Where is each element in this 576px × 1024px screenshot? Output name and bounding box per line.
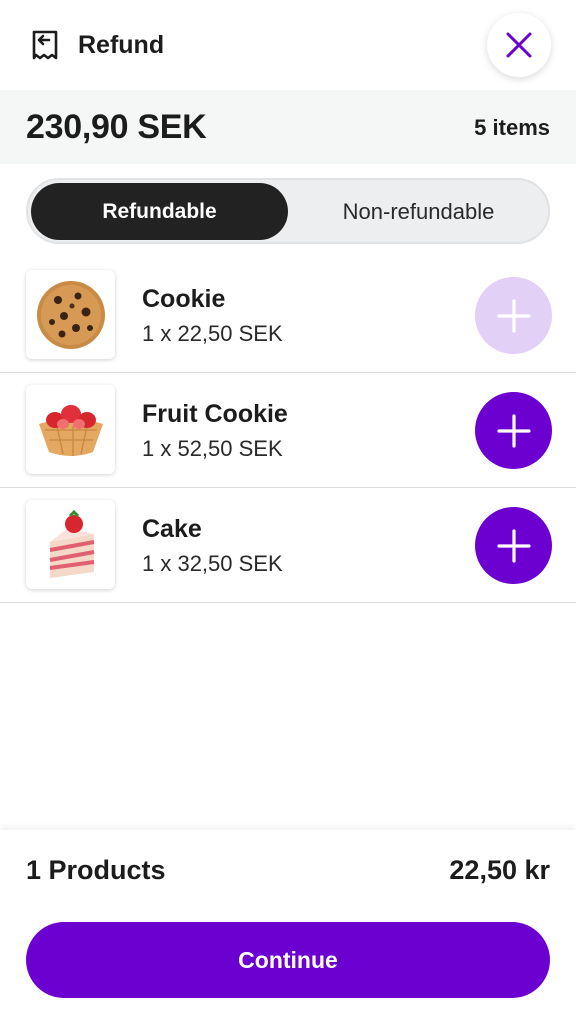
add-button[interactable]	[475, 277, 552, 354]
add-button[interactable]	[475, 392, 552, 469]
tab-non-refundable[interactable]: Non-refundable	[290, 183, 547, 240]
plus-icon	[496, 413, 531, 448]
product-name: Cake	[142, 515, 202, 543]
selected-sum: 22,50 kr	[449, 855, 550, 885]
plus-icon	[496, 298, 531, 333]
product-price: 1 x 22,50 SEK	[142, 321, 283, 346]
product-price: 1 x 52,50 SEK	[142, 436, 283, 461]
cake-image	[26, 500, 115, 589]
cookie-image	[26, 270, 115, 359]
add-button[interactable]	[475, 507, 552, 584]
tab-refundable[interactable]: Refundable	[31, 183, 288, 240]
product-name: Fruit Cookie	[142, 400, 288, 428]
list-item: Cookie 1 x 22,50 SEK	[0, 258, 576, 373]
selected-products-count: 1 Products	[26, 855, 166, 885]
list-item: Cake 1 x 32,50 SEK	[0, 488, 576, 603]
total-amount: 230,90 SEK	[26, 108, 207, 146]
close-button[interactable]	[487, 13, 551, 77]
refund-icon	[28, 28, 62, 62]
footer: 1 Products 22,50 kr Continue	[0, 830, 576, 1024]
list-item: Fruit Cookie 1 x 52,50 SEK	[0, 373, 576, 488]
refund-summary: 230,90 SEK 5 items	[0, 90, 576, 164]
page-title: Refund	[78, 31, 165, 59]
product-price: 1 x 32,50 SEK	[142, 551, 283, 576]
product-name: Cookie	[142, 285, 226, 313]
fruit-cookie-image	[26, 385, 115, 474]
items-count: 5 items	[474, 115, 550, 140]
plus-icon	[496, 528, 531, 563]
close-icon	[506, 32, 532, 58]
refund-type-toggle: Refundable Non-refundable	[26, 178, 550, 244]
product-list: Cookie 1 x 22,50 SEK Fruit Cookie 1 x 52…	[0, 258, 576, 603]
header: Refund	[0, 0, 576, 90]
continue-button[interactable]: Continue	[26, 922, 550, 998]
